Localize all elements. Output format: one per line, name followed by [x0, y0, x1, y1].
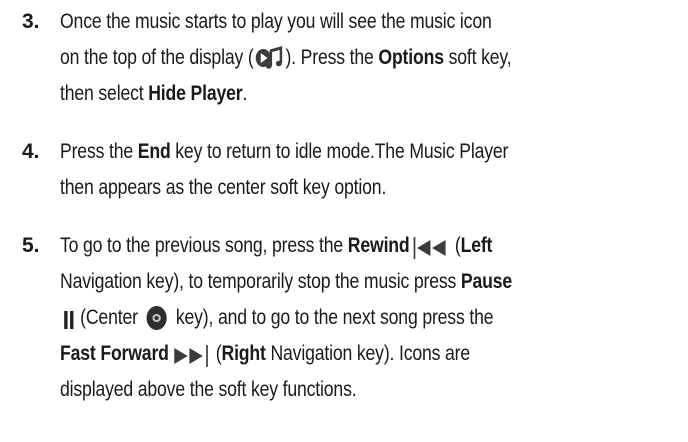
- step-line: displayed above the soft key functions.: [60, 378, 357, 401]
- step-line: To go to the previous song, press the Re…: [60, 228, 492, 264]
- pause-icon: [63, 307, 75, 330]
- step-number: 4.: [22, 140, 40, 163]
- step-line: Once the music starts to play you will s…: [60, 10, 492, 33]
- center-key-icon: [146, 305, 168, 331]
- step-line: (Center key), and to go to the next song…: [60, 300, 494, 336]
- step-number: 5.: [22, 234, 40, 257]
- music-icon: [255, 45, 284, 71]
- step-line: then select Hide Player.: [60, 82, 248, 105]
- step-line: Navigation key), to temporarily stop the…: [60, 270, 513, 293]
- fast-forward-icon: [172, 343, 211, 368]
- step-line: on the top of the display ( ). Press the…: [60, 40, 512, 76]
- step-line: Press the End key to return to idle mode…: [60, 140, 509, 163]
- step-line: then appears as the center soft key opti…: [60, 176, 387, 199]
- step-number: 3.: [22, 10, 40, 33]
- step-line: Fast Forward (Right Navigation key). Ico…: [60, 336, 470, 372]
- rewind-icon: [413, 235, 450, 260]
